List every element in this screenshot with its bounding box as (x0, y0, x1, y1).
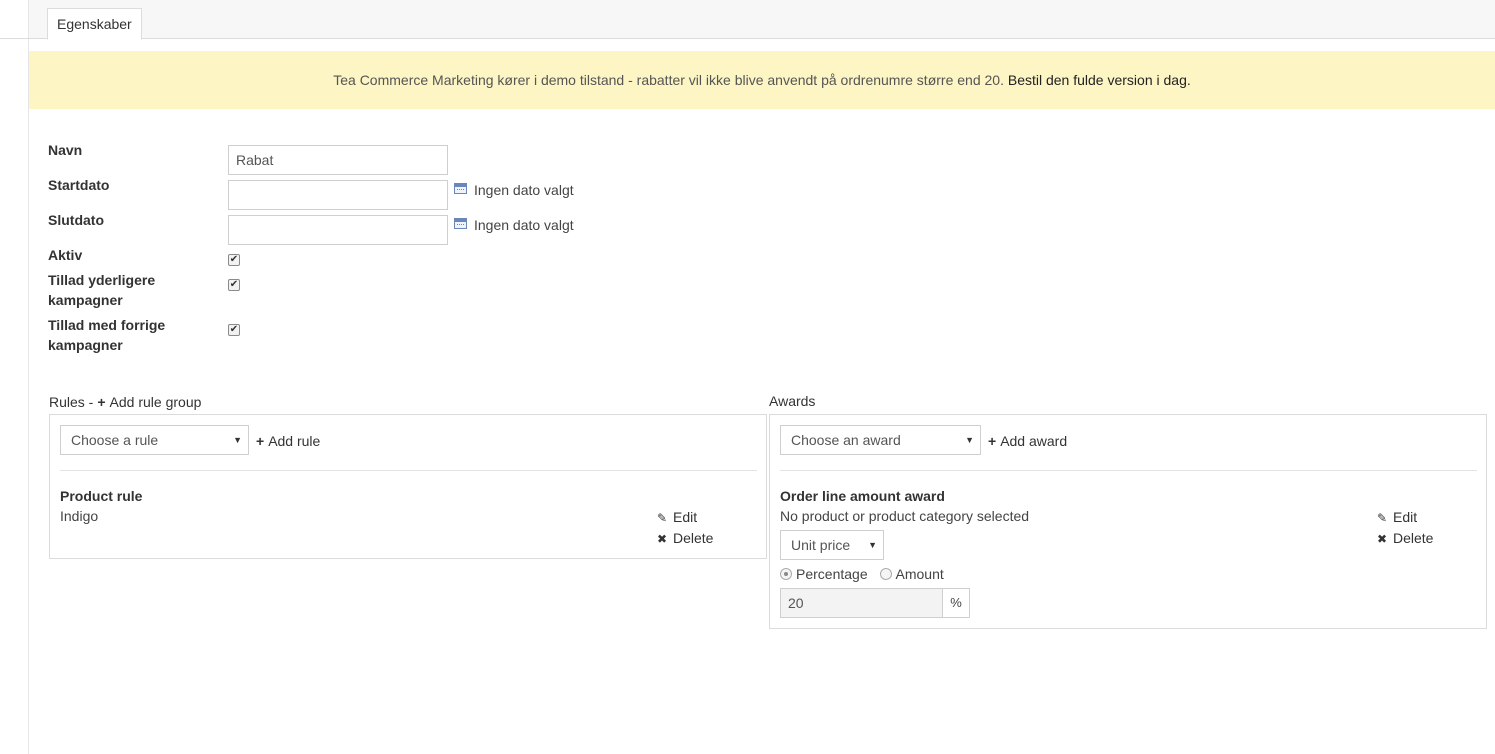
gutter-line (0, 38, 29, 39)
x-icon: ✖ (657, 532, 668, 546)
plus-icon: + (256, 433, 265, 449)
rules-title: Rules - (49, 394, 94, 410)
rule-delete-label: Delete (673, 530, 714, 546)
rules-header: Rules - + Add rule group (49, 392, 201, 412)
chevron-down-icon: ▼ (233, 435, 242, 445)
divider (60, 470, 757, 471)
calendar-icon[interactable] (454, 218, 467, 229)
plus-icon[interactable]: + (97, 394, 105, 410)
award-select-value: Choose an award (791, 432, 901, 448)
rule-select[interactable]: Choose a rule ▼ (60, 425, 249, 455)
active-label: Aktiv (48, 247, 83, 263)
startdate-label: Startdato (48, 177, 110, 193)
enddate-picker[interactable]: Ingen dato valgt (454, 215, 574, 235)
chevron-down-icon: ▼ (965, 435, 974, 445)
enddate-label: Slutdato (48, 212, 104, 228)
allow-previous-checkbox[interactable]: ✔ (228, 324, 240, 336)
tab-bar: Egenskaber (29, 0, 1495, 40)
award-delete-label: Delete (1393, 530, 1434, 546)
award-type-radios: Percentage Amount (780, 564, 944, 584)
amount-radio[interactable] (879, 568, 892, 580)
pencil-icon: ✎ (657, 511, 668, 525)
percentage-radio[interactable] (780, 568, 792, 580)
price-type-value: Unit price (791, 537, 851, 553)
award-edit-button[interactable]: ✎ Edit (1377, 507, 1417, 528)
active-checkbox[interactable]: ✔ (228, 254, 240, 266)
startdate-input[interactable] (228, 180, 448, 210)
percentage-label[interactable]: Percentage (796, 566, 868, 582)
award-value-field[interactable]: 20 % (780, 588, 970, 618)
plus-icon: + (988, 433, 997, 449)
rule-edit-button[interactable]: ✎ Edit (657, 507, 697, 528)
award-item-detail: No product or product category selected (780, 508, 1030, 524)
rule-select-value: Choose a rule (71, 432, 159, 448)
x-icon: ✖ (1377, 532, 1388, 546)
rule-item-detail: Indigo (60, 508, 99, 524)
chevron-down-icon: ▼ (868, 540, 877, 550)
banner-link[interactable]: Bestil den fulde version i dag. (1008, 72, 1191, 88)
amount-label[interactable]: Amount (896, 566, 944, 582)
add-rule-group-link[interactable]: Add rule group (110, 394, 202, 410)
allow-additional-label: Tillad yderligere kampagner (48, 272, 156, 308)
pencil-icon: ✎ (1377, 511, 1388, 525)
award-delete-button[interactable]: ✖ Delete (1377, 528, 1433, 549)
tab-egenskaber[interactable]: Egenskaber (47, 8, 142, 40)
rule-item-title: Product rule (60, 488, 143, 504)
calendar-icon[interactable] (454, 183, 467, 194)
award-item-title: Order line amount award (780, 488, 945, 504)
award-value[interactable]: 20 (788, 589, 804, 617)
demo-banner: Tea Commerce Marketing kører i demo tils… (29, 51, 1495, 109)
add-rule-button[interactable]: + Add rule (256, 431, 320, 451)
price-type-select[interactable]: Unit price ▼ (780, 530, 884, 560)
left-gutter (0, 0, 29, 754)
awards-panel: Choose an award ▼ + Add award Order line … (769, 414, 1487, 629)
name-label: Navn (48, 142, 83, 158)
banner-text: Tea Commerce Marketing kører i demo tils… (333, 72, 1004, 88)
allow-previous-label: Tillad med forrige kampagner (48, 317, 166, 353)
enddate-status: Ingen dato valgt (474, 217, 574, 233)
startdate-status: Ingen dato valgt (474, 182, 574, 198)
award-select[interactable]: Choose an award ▼ (780, 425, 981, 455)
add-rule-label: Add rule (268, 433, 321, 449)
enddate-input[interactable] (228, 215, 448, 245)
name-input[interactable] (228, 145, 448, 175)
divider (780, 470, 1477, 471)
rule-delete-button[interactable]: ✖ Delete (657, 528, 713, 549)
rule-edit-label: Edit (673, 509, 698, 525)
startdate-picker[interactable]: Ingen dato valgt (454, 180, 574, 200)
award-edit-label: Edit (1393, 509, 1418, 525)
awards-title: Awards (769, 393, 816, 409)
percent-addon: % (942, 589, 969, 617)
add-award-button[interactable]: + Add award (988, 431, 1067, 451)
add-award-label: Add award (1000, 433, 1068, 449)
allow-additional-checkbox[interactable]: ✔ (228, 279, 240, 291)
rules-panel: Choose a rule ▼ + Add rule Product rule I… (49, 414, 767, 559)
